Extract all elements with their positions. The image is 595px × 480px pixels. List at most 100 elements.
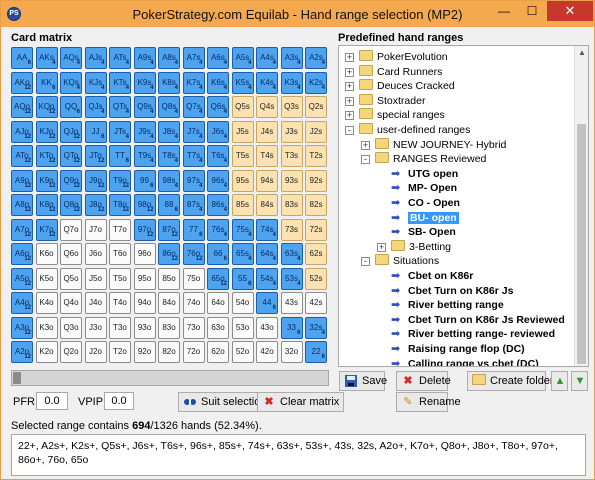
hand-cell-83s[interactable]: 83s [280,194,303,216]
collapse-icon[interactable]: - [361,257,370,267]
expand-icon[interactable]: + [377,242,386,252]
hand-cell-A6s[interactable]: A6s 4 [207,47,229,69]
hand-cell-Q2s[interactable]: Q2s [305,96,327,118]
hand-cell-K5s[interactable]: K5s 4 [231,71,254,94]
hand-cell-T5s[interactable]: T5s [231,145,254,167]
hand-cell-95s[interactable]: 95s [231,169,254,192]
tree-item-ranges-reviewed[interactable]: - RANGES Reviewed [361,152,486,166]
hand-cell-97s[interactable]: 97s 4 [182,169,205,192]
move-down-button[interactable]: ▼ [571,371,588,391]
hand-cell-85o[interactable]: 85o [158,267,180,290]
hand-cell-53s[interactable]: 53s 4 [280,267,303,290]
hand-cell-63o[interactable]: 63o [207,316,229,339]
pfr-input[interactable]: 0.0 [36,392,68,410]
hand-cell-A2s[interactable]: A2s 4 [305,47,327,69]
hand-cell-74s[interactable]: 74s 4 [256,218,278,241]
card-matrix[interactable]: AA 6 AKs 4 AQs 4 AJs 4 ATs 4 A9s 4 A8s 4 A7s 4 A6s 4 A5s 4 A… [11,47,330,366]
hand-cell-53o[interactable]: 53o [231,316,254,339]
hand-cell-95o[interactable]: 95o [133,267,156,290]
hand-cell-J7s[interactable]: J7s 4 [182,120,205,143]
hand-cell-86s[interactable]: 86s 4 [207,194,229,216]
hand-cell-K7o[interactable]: K7o 12 [35,218,58,241]
range-slider[interactable] [11,370,329,386]
hand-cell-54o[interactable]: 54o [231,292,254,314]
expand-icon[interactable]: + [345,67,354,77]
hand-cell-K8o[interactable]: K8o 12 [35,194,58,216]
hand-cell-Q9s[interactable]: Q9s 4 [133,96,156,118]
hand-cell-A5o[interactable]: A5o 12 [11,267,33,290]
hand-cell-75o[interactable]: 75o [182,267,205,290]
hand-cell-73s[interactable]: 73s [280,218,303,241]
hand-cell-J6s[interactable]: J6s 4 [207,120,229,143]
hand-cell-AKo[interactable]: AKo 12 [11,71,33,94]
tree-item-sb-open[interactable]: ➡ SB- Open [377,225,456,239]
hand-cell-T9o[interactable]: T9o 12 [109,169,131,192]
hand-cell-Q5s[interactable]: Q5s [231,96,254,118]
hand-cell-Q3s[interactable]: Q3s [280,96,303,118]
expand-icon[interactable]: + [345,82,354,92]
hand-cell-KJo[interactable]: KJo 12 [35,120,58,143]
hand-cell-74o[interactable]: 74o [182,292,205,314]
hand-cell-22[interactable]: 22 6 [305,341,327,363]
hand-cell-62o[interactable]: 62o [207,341,229,363]
hand-cell-AJo[interactable]: AJo 12 [11,120,33,143]
hand-cell-98s[interactable]: 98s 4 [158,169,180,192]
expand-icon[interactable]: + [345,53,354,62]
hand-cell-98o[interactable]: 98o 12 [133,194,156,216]
tree-item-calling-range-vs-cbet-dc[interactable]: ➡ Calling range vs cbet (DC) [377,357,539,366]
hand-cell-TT[interactable]: TT 6 [109,145,131,167]
tree-scrollbar[interactable]: ▲ [574,46,588,366]
hand-cell-J3s[interactable]: J3s [280,120,303,143]
hand-cell-83o[interactable]: 83o [158,316,180,339]
minimize-button[interactable]: — [491,1,517,21]
hand-cell-K5o[interactable]: K5o [35,267,58,290]
hand-cell-JJ[interactable]: JJ 6 [84,120,107,143]
hand-cell-J4o[interactable]: J4o [84,292,107,314]
hand-cell-43s[interactable]: 43s [280,292,303,314]
hand-cell-82s[interactable]: 82s [305,194,327,216]
hand-cell-93s[interactable]: 93s [280,169,303,192]
hand-cell-Q7s[interactable]: Q7s 4 [182,96,205,118]
hand-cell-KQs[interactable]: KQs 4 [60,71,82,94]
hand-cell-82o[interactable]: 82o [158,341,180,363]
close-button[interactable]: ✕ [547,1,593,21]
hand-cell-J5s[interactable]: J5s [231,120,254,143]
collapse-icon[interactable]: - [361,155,370,165]
hand-cell-Q7o[interactable]: Q7o [60,218,82,241]
hand-cell-Q6o[interactable]: Q6o [60,243,82,265]
hand-cell-65s[interactable]: 65s 4 [231,243,254,265]
hand-cell-A9s[interactable]: A9s 4 [133,47,156,69]
hand-cell-JTo[interactable]: JTo 12 [84,145,107,167]
hand-cell-ATo[interactable]: ATo 12 [11,145,33,167]
hand-cell-65o[interactable]: 65o 12 [207,267,229,290]
expand-icon[interactable]: + [345,96,354,106]
hand-cell-K8s[interactable]: K8s 4 [158,71,180,94]
hand-cell-85s[interactable]: 85s [231,194,254,216]
tree-item-bu-open[interactable]: ➡ BU- open [377,211,459,225]
hand-cell-AQo[interactable]: AQo 12 [11,96,33,118]
tree-item-raising-range-flop-dc[interactable]: ➡ Raising range flop (DC) [377,342,525,356]
tree-item-card-runners[interactable]: + Card Runners [345,64,442,79]
hand-cell-T8s[interactable]: T8s 4 [158,145,180,167]
hand-cell-K2s[interactable]: K2s 4 [305,71,327,94]
hand-cell-63s[interactable]: 63s 4 [280,243,303,265]
hand-cell-K7s[interactable]: K7s 4 [182,71,205,94]
hand-cell-93o[interactable]: 93o [133,316,156,339]
hand-cell-Q4s[interactable]: Q4s [256,96,278,118]
hand-cell-66[interactable]: 66 6 [207,243,229,265]
hand-cell-43o[interactable]: 43o [256,316,278,339]
hand-cell-84s[interactable]: 84s [256,194,278,216]
hand-cell-75s[interactable]: 75s 4 [231,218,254,241]
tree-item-co-open[interactable]: ➡ CO - Open [377,196,460,210]
hand-cell-AJs[interactable]: AJs 4 [84,47,107,69]
tree-item-utg-open[interactable]: ➡ UTG open [377,167,458,181]
maximize-button[interactable]: ☐ [519,1,545,21]
hand-cell-A9o[interactable]: A9o 12 [11,169,33,192]
hand-cell-99[interactable]: 99 6 [133,169,156,192]
hand-cell-55[interactable]: 55 6 [231,267,254,290]
hand-cell-J5o[interactable]: J5o [84,267,107,290]
move-up-button[interactable]: ▲ [551,371,568,391]
hand-cell-QTs[interactable]: QTs 4 [109,96,131,118]
hand-cell-T8o[interactable]: T8o 12 [109,194,131,216]
hand-cell-JTs[interactable]: JTs 4 [109,120,131,143]
